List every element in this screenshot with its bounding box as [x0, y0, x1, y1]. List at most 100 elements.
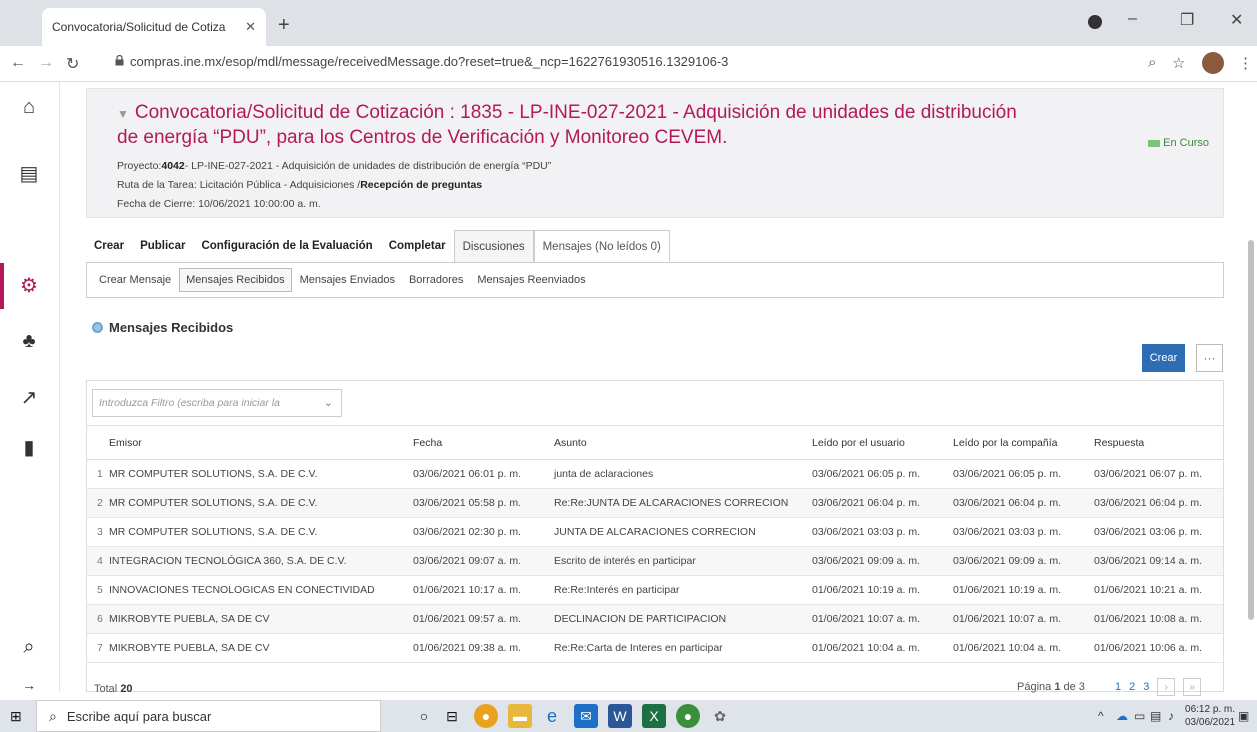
message-subtabs: Crear Mensaje Mensajes Recibidos Mensaje…	[86, 262, 1224, 298]
network-icon[interactable]: ▤	[1150, 709, 1161, 723]
col-asunto[interactable]: Asunto	[546, 427, 804, 460]
page-scrollbar[interactable]	[1248, 240, 1254, 620]
table-row[interactable]: 1 MR COMPUTER SOLUTIONS, S.A. DE C.V. 03/0…	[87, 459, 1223, 489]
notifications-icon[interactable]: ▣	[1238, 709, 1249, 723]
browser-tab-title: Convocatoria/Solicitud de Cotiza	[52, 20, 226, 34]
main-tabs: Crear Publicar Configuración de la Evalu…	[86, 230, 670, 262]
page-link-2[interactable]: 2	[1129, 681, 1135, 693]
respuesta-cell: 03/06/2021 06:04 p. m.	[1086, 488, 1223, 518]
file-explorer-icon[interactable]: ▬	[508, 704, 532, 728]
row-index: 1	[87, 459, 109, 489]
tab-crear[interactable]: Crear	[86, 230, 132, 262]
asunto-cell: Re:Re:Interés en participar	[546, 575, 804, 605]
tab-publicar[interactable]: Publicar	[132, 230, 193, 262]
more-actions-button[interactable]: ···	[1196, 344, 1223, 372]
search-icon[interactable]: ⌕	[16, 634, 42, 660]
app-icon[interactable]: ●	[676, 704, 700, 728]
messages-table-body: 1 MR COMPUTER SOLUTIONS, S.A. DE C.V. 03/0…	[87, 459, 1223, 663]
subtab-recibidos[interactable]: Mensajes Recibidos	[179, 268, 292, 292]
table-row[interactable]: 7 MIKROBYTE PUEBLA, SA DE CV 01/06/2021 09…	[87, 633, 1223, 663]
subtab-enviados[interactable]: Mensajes Enviados	[294, 269, 401, 291]
table-row[interactable]: 2 MR COMPUTER SOLUTIONS, S.A. DE C.V. 03/0…	[87, 488, 1223, 518]
active-indicator	[0, 263, 4, 309]
leido-usuario-cell: 03/06/2021 03:03 p. m.	[804, 517, 945, 547]
table-row[interactable]: 4 INTEGRACION TECNOLÓGICA 360, S.A. DE C.…	[87, 546, 1223, 576]
event-title: ▼ Convocatoria/Solicitud de Cotización : …	[117, 102, 1017, 148]
page-link-1[interactable]: 1	[1115, 681, 1121, 693]
outlook-icon[interactable]: ✉	[574, 704, 598, 728]
back-icon[interactable]: ←	[10, 54, 26, 72]
home-icon[interactable]: ⌂	[16, 94, 42, 120]
documents-icon[interactable]: ▮	[16, 434, 42, 460]
subtab-crear-mensaje[interactable]: Crear Mensaje	[93, 269, 177, 291]
close-window-icon[interactable]: ✕	[1230, 10, 1243, 30]
chrome-icon[interactable]: ●	[474, 704, 498, 728]
task-view-icon[interactable]: ⊟	[440, 704, 464, 728]
tab-completar[interactable]: Completar	[381, 230, 454, 262]
filter-input[interactable]: Introduzca Filtro (escriba para iniciar …	[92, 389, 342, 417]
volume-icon[interactable]: ♪	[1168, 709, 1174, 723]
close-tab-icon[interactable]: ✕	[245, 19, 256, 35]
asunto-cell: junta de aclaraciones	[546, 459, 804, 489]
leido-usuario-cell: 01/06/2021 10:04 a. m.	[804, 633, 945, 663]
table-row[interactable]: 6 MIKROBYTE PUEBLA, SA DE CV 01/06/2021 09…	[87, 604, 1223, 634]
row-index: 7	[87, 633, 109, 663]
reload-icon[interactable]: ↻	[66, 54, 79, 74]
tab-mensajes[interactable]: Mensajes (No leídos 0)	[533, 230, 670, 262]
excel-icon[interactable]: X	[642, 704, 666, 728]
forward-icon[interactable]: →	[38, 54, 54, 72]
tab-discusiones[interactable]: Discusiones	[453, 230, 534, 262]
sourcing-icon[interactable]: ⚙	[16, 272, 42, 298]
cortana-icon[interactable]: ○	[412, 704, 436, 728]
col-emisor[interactable]: Emisor	[109, 427, 405, 460]
menu-dots-icon[interactable]: ⋮	[1238, 54, 1253, 72]
collapse-caret-icon[interactable]: ▼	[117, 107, 129, 121]
fecha-cell: 01/06/2021 09:38 a. m.	[405, 633, 546, 663]
tray-device-icon[interactable]: ▭	[1134, 709, 1145, 723]
onedrive-icon[interactable]: ☁	[1116, 709, 1128, 723]
create-message-button[interactable]: Crear	[1142, 344, 1185, 372]
tray-arrow-icon[interactable]: ^	[1098, 709, 1104, 723]
extension-icon[interactable]	[1088, 15, 1102, 29]
page-link-3[interactable]: 3	[1143, 681, 1149, 693]
edge-icon[interactable]: e	[540, 704, 564, 728]
table-row[interactable]: 5 INNOVACIONES TECNOLOGICAS EN CONECTIVID…	[87, 575, 1223, 605]
fecha-cell: 01/06/2021 09:57 a. m.	[405, 604, 546, 634]
next-page-icon[interactable]: ›	[1157, 678, 1176, 696]
status-badge: En Curso	[1148, 137, 1209, 149]
taskbar-search[interactable]: ⌕ Escribe aquí para buscar	[36, 700, 381, 732]
paint-icon[interactable]: ✿	[708, 704, 732, 728]
section-title: Mensajes Recibidos	[92, 320, 233, 335]
url-field[interactable]: compras.ine.mx/esop/mdl/message/received…	[130, 54, 728, 69]
search-icon: ⌕	[49, 707, 57, 724]
zoom-icon[interactable]: ⌕	[1148, 54, 1156, 71]
table-row[interactable]: 3 MR COMPUTER SOLUTIONS, S.A. DE C.V. 03/0…	[87, 517, 1223, 547]
dashboard-icon[interactable]: ▤	[16, 160, 42, 186]
bookmark-star-icon[interactable]: ☆	[1172, 54, 1185, 72]
col-index	[87, 427, 109, 460]
subtab-borradores[interactable]: Borradores	[403, 269, 469, 291]
col-leido-usuario[interactable]: Leído por el usuario	[804, 427, 945, 460]
leido-usuario-cell: 03/06/2021 06:04 p. m.	[804, 488, 945, 518]
chevron-down-icon[interactable]: ⌄	[324, 396, 333, 409]
tab-configuracion[interactable]: Configuración de la Evaluación	[193, 230, 380, 262]
fecha-cell: 03/06/2021 06:01 p. m.	[405, 459, 546, 489]
col-leido-compania[interactable]: Leído por la compañía	[945, 427, 1086, 460]
leido-compania-cell: 01/06/2021 10:19 a. m.	[945, 575, 1086, 605]
leido-compania-cell: 03/06/2021 06:05 p. m.	[945, 459, 1086, 489]
suppliers-icon[interactable]: ♣	[16, 328, 42, 354]
word-icon[interactable]: W	[608, 704, 632, 728]
maximize-icon[interactable]: ❐	[1180, 10, 1194, 30]
windows-start-icon[interactable]: ⊞	[10, 708, 22, 725]
last-page-icon[interactable]: »	[1183, 678, 1202, 696]
system-clock[interactable]: 06:12 p. m. 03/06/2021	[1185, 703, 1235, 729]
minimize-icon[interactable]: –	[1128, 10, 1137, 28]
col-fecha[interactable]: Fecha	[405, 427, 546, 460]
analytics-icon[interactable]: ↗	[16, 384, 42, 410]
subtab-reenviados[interactable]: Mensajes Reenviados	[471, 269, 591, 291]
expand-arrow-icon[interactable]: →	[16, 672, 42, 698]
col-respuesta[interactable]: Respuesta	[1086, 427, 1223, 460]
profile-avatar[interactable]	[1202, 52, 1224, 74]
new-tab-icon[interactable]: +	[278, 14, 290, 37]
browser-tab[interactable]: Convocatoria/Solicitud de Cotiza ✕	[42, 8, 266, 46]
